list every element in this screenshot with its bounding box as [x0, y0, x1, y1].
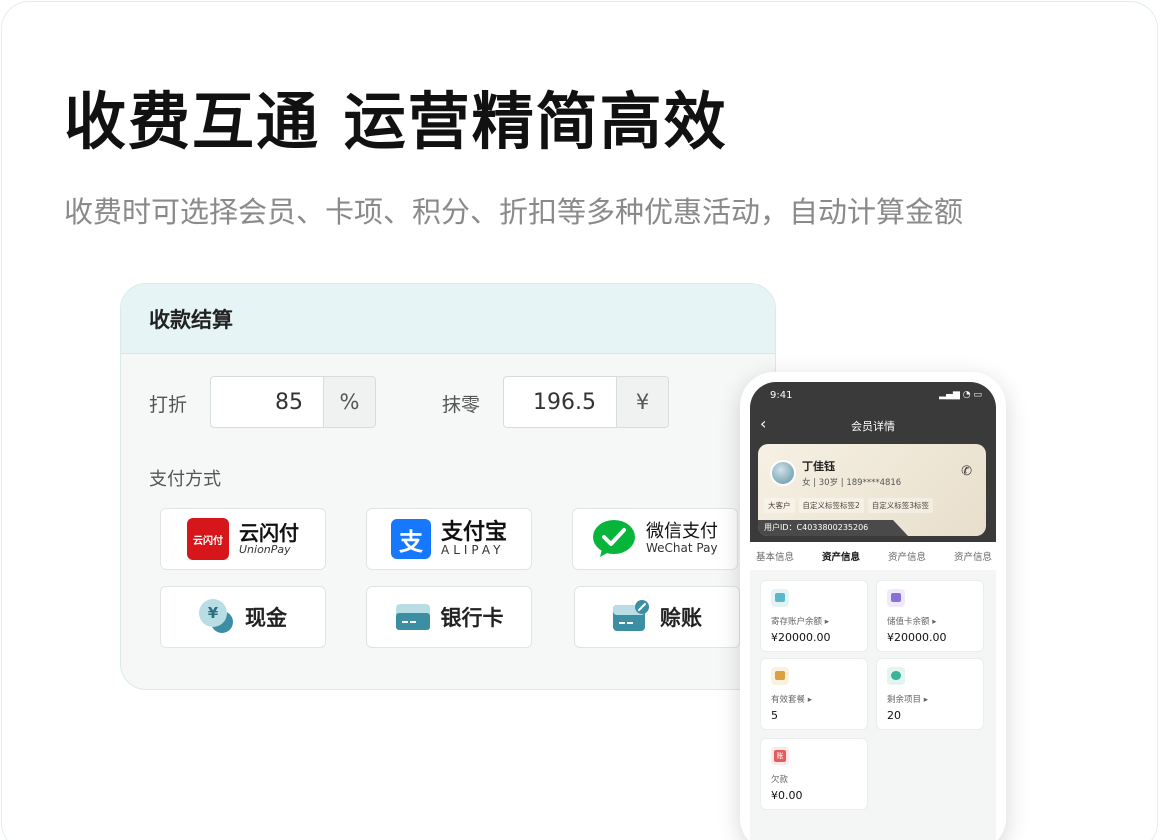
status-icons: ▂▄▆ ◔ ▭: [939, 390, 982, 400]
status-time: 9:41: [770, 390, 793, 401]
asset-tile-remaining[interactable]: 剩余项目 ▸ 20: [876, 658, 984, 730]
credit-icon: [613, 600, 649, 631]
cash-icon: ¥: [199, 599, 235, 635]
asset-label: 储值卡余额 ▸: [887, 617, 937, 627]
asset-tile-package[interactable]: 有效套餐 ▸ 5: [760, 658, 868, 730]
alipay-icon: 支: [390, 519, 431, 559]
pay-method-alipay[interactable]: 支 支付宝 ALIPAY: [366, 508, 532, 570]
phone-mockup: 9:41 ▂▄▆ ◔ ▭ ‹ 会员详情 丁佳钰 女 | 30岁 | 189***…: [740, 372, 1006, 840]
card-icon: [887, 589, 905, 607]
asset-tile-debt[interactable]: 账 欠款 ¥0.00: [760, 738, 868, 810]
wechat-name: 微信支付: [646, 521, 718, 543]
pay-method-cash[interactable]: ¥ 现金: [160, 586, 326, 648]
payment-panel-title: 收款结算: [149, 307, 233, 332]
robot-icon: [887, 667, 905, 685]
asset-tile-deposit[interactable]: 寄存账户余额 ▸ ¥20000.00: [760, 580, 868, 652]
unionpay-name: 云闪付: [239, 520, 299, 545]
slide-frame: 收费互通 运营精简高效 收费时可选择会员、卡项、积分、折扣等多种优惠活动，自动计…: [1, 1, 1158, 840]
tag-icon: [771, 667, 789, 685]
phone-call-icon[interactable]: ✆: [961, 464, 972, 479]
hero-subtitle: 收费时可选择会员、卡项、积分、折扣等多种优惠活动，自动计算金额: [64, 195, 964, 229]
phone-screen: 9:41 ▂▄▆ ◔ ▭ ‹ 会员详情 丁佳钰 女 | 30岁 | 189***…: [750, 382, 996, 840]
alipay-name: 支付宝: [440, 520, 507, 546]
member-tabs: 基本信息 资产信息 资产信息 资产信息: [750, 542, 996, 570]
member-info: 女 | 30岁 | 189****4816: [802, 478, 902, 488]
member-tag: 自定义标签3标签: [867, 498, 934, 513]
tab-asset-info[interactable]: 资产信息: [822, 549, 860, 563]
asset-label: 有效套餐 ▸: [771, 695, 812, 705]
bank-card-icon: [395, 604, 430, 630]
wallet-icon: [771, 589, 789, 607]
discount-unit: %: [323, 377, 375, 427]
rounding-label: 抹零: [442, 394, 481, 416]
discount-label: 打折: [149, 394, 188, 416]
asset-value: 20: [887, 709, 901, 722]
avatar: [770, 460, 796, 486]
wechat-pay-icon: [593, 520, 635, 557]
asset-value: ¥20000.00: [771, 631, 831, 644]
asset-label: 剩余项目 ▸: [887, 695, 928, 705]
member-tag: 自定义标签标签2: [798, 498, 864, 513]
unionpay-icon: 云闪付: [187, 518, 229, 560]
bankcard-label: 银行卡: [440, 606, 504, 630]
asset-label: 寄存账户余额 ▸: [771, 617, 829, 627]
asset-label: 欠款: [771, 775, 789, 785]
asset-value: 5: [771, 709, 778, 722]
asset-value: ¥0.00: [771, 789, 803, 802]
credit-label: 赊账: [660, 606, 702, 630]
payment-methods-label: 支付方式: [149, 469, 221, 490]
pay-method-wechat[interactable]: 微信支付 WeChat Pay: [572, 508, 738, 570]
member-tag: 大客户: [764, 498, 795, 513]
phone-header: 9:41 ▂▄▆ ◔ ▭ ‹ 会员详情 丁佳钰 女 | 30岁 | 189***…: [750, 382, 996, 542]
member-tags: 大客户 自定义标签标签2 自定义标签3标签: [764, 498, 934, 513]
payment-panel: 收款结算 打折 85 % 抹零 196.5 ¥ 支付方式 云闪付 云闪付 Uni…: [120, 283, 776, 690]
nav-title: 会员详情: [851, 420, 895, 433]
unionpay-sub: UnionPay: [239, 542, 291, 556]
cash-label: 现金: [245, 606, 287, 630]
pay-method-credit[interactable]: 赊账: [574, 586, 740, 648]
pay-method-unionpay[interactable]: 云闪付 云闪付 UnionPay: [160, 508, 326, 570]
member-card: 丁佳钰 女 | 30岁 | 189****4816 ✆ 大客户 自定义标签标签2…: [758, 444, 986, 536]
bill-icon: 账: [771, 747, 789, 765]
rounding-unit: ¥: [616, 377, 668, 427]
user-id: 用户ID：C4033800235206: [764, 523, 869, 532]
hero-title: 收费互通 运营精简高效: [64, 85, 728, 158]
tab-asset-info-3[interactable]: 资产信息: [954, 549, 992, 563]
member-name: 丁佳钰: [802, 460, 835, 473]
rounding-value[interactable]: 196.5: [504, 377, 616, 427]
discount-field[interactable]: 85 %: [210, 376, 376, 428]
asset-value: ¥20000.00: [887, 631, 947, 644]
discount-value[interactable]: 85: [211, 377, 323, 427]
alipay-sub: ALIPAY: [440, 543, 505, 558]
tab-asset-info-2[interactable]: 资产信息: [888, 549, 926, 563]
tab-basic-info[interactable]: 基本信息: [756, 549, 794, 563]
rounding-field[interactable]: 196.5 ¥: [503, 376, 669, 428]
asset-tile-stored-card[interactable]: 储值卡余额 ▸ ¥20000.00: [876, 580, 984, 652]
pay-method-bankcard[interactable]: 银行卡: [366, 586, 532, 648]
payment-panel-header: 收款结算: [121, 284, 775, 354]
wechat-sub: WeChat Pay: [646, 541, 718, 556]
